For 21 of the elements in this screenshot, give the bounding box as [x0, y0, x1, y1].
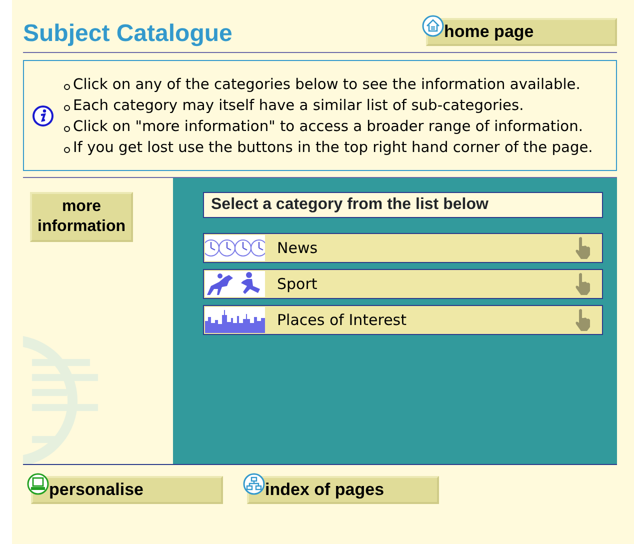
home-icon	[422, 15, 444, 37]
pointing-hand-icon	[574, 308, 592, 332]
info-icon	[32, 104, 54, 126]
page-title: Subject Catalogue	[23, 19, 232, 49]
instruction-text: Click on any of the categories below to see the information available.	[73, 74, 580, 94]
instruction-text: Click on "more information" to access a broader range of information.	[73, 116, 583, 136]
bullet-icon	[64, 84, 70, 90]
instruction-text: Each category may itself have a similar list of sub-categories.	[73, 96, 524, 116]
more-information-button[interactable]: more information	[30, 192, 133, 242]
category-heading: Select a category from the list below	[203, 192, 603, 218]
computer-icon	[27, 473, 49, 495]
instruction-text: If you get lost use the buttons in the top right hand corner of the page.	[73, 138, 593, 158]
pointing-hand-icon	[574, 236, 592, 260]
bullet-icon	[64, 104, 70, 110]
sitemap-icon	[243, 473, 265, 495]
bullet-icon	[64, 126, 70, 132]
pointing-hand-icon	[574, 272, 592, 296]
category-item[interactable]: News	[203, 233, 603, 263]
category-item[interactable]: Places of Interest	[203, 305, 603, 335]
bullet-icon	[64, 146, 70, 152]
category-item[interactable]: Sport	[203, 269, 603, 299]
